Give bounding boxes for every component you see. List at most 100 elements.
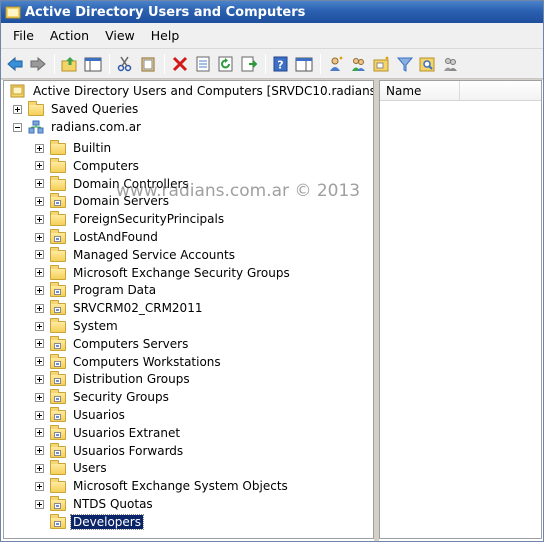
new-user-icon [330,55,343,71]
expand-icon[interactable] [35,250,44,260]
column-header-name[interactable]: Name [380,81,460,100]
expand-icon[interactable] [35,268,44,278]
expand-icon[interactable] [35,463,44,473]
forward-button[interactable] [27,53,49,75]
expand-icon[interactable] [35,339,44,349]
tree-item[interactable]: Program Data [35,281,158,299]
tree-item[interactable]: Managed Service Accounts [35,246,237,264]
cut-button[interactable] [114,53,136,75]
expand-icon[interactable] [35,481,44,491]
console-icon [295,57,313,71]
show-console-tree-button[interactable] [82,53,104,75]
tree-root[interactable]: Active Directory Users and Computers [SR… [10,82,373,100]
help-button[interactable]: ? [270,53,292,75]
expand-icon[interactable] [35,161,44,171]
tree-item-label: Program Data [73,283,157,298]
expand-icon[interactable] [35,143,44,153]
tree-item[interactable]: Domain Servers [35,192,171,210]
window-title: Active Directory Users and Computers [25,4,306,20]
copy-button[interactable] [137,53,159,75]
expand-icon[interactable] [13,104,22,114]
export-list-button[interactable] [238,53,260,75]
folder-icon [50,318,66,333]
add-to-group-button[interactable] [440,53,462,75]
expand-icon[interactable] [35,392,44,402]
tree-item[interactable]: System [35,317,120,335]
tree-item[interactable]: Microsoft Exchange System Objects [35,477,290,495]
up-folder-button[interactable] [59,53,81,75]
tree-item[interactable]: ForeignSecurityPrincipals [35,210,226,228]
expand-icon[interactable] [35,321,44,331]
tree-item[interactable]: Builtin [35,139,113,157]
tree-item[interactable]: Usuarios Extranet [35,424,182,442]
console-tree[interactable]: Active Directory Users and Computers [SR… [3,80,374,539]
ou-folder-icon [50,442,66,458]
menu-action[interactable]: Action [42,25,97,46]
tree-item[interactable]: Distribution Groups [35,370,192,388]
folder-icon [50,175,66,191]
expand-icon[interactable] [35,214,44,224]
svg-text:?: ? [277,58,283,71]
toolbar: ? [1,49,543,79]
new-ou-icon [373,55,389,71]
expand-icon[interactable] [35,446,44,456]
tree-item-saved-queries[interactable]: Saved Queries [13,100,140,118]
list-header: Name [380,81,541,101]
tree-item[interactable]: Developers [35,513,144,531]
expand-icon[interactable] [35,374,44,384]
ou-folder-icon [50,513,66,529]
expand-icon[interactable] [35,357,44,367]
console-button[interactable] [293,53,315,75]
tree-item[interactable]: Usuarios [35,406,127,424]
filter-button[interactable] [394,53,416,75]
tree-item[interactable]: Computers Workstations [35,353,223,371]
tree-item[interactable]: Domain Controllers [35,175,191,193]
back-button[interactable] [4,53,26,75]
details-list[interactable]: Name [379,80,542,539]
tree-item-label: Builtin [73,141,112,155]
title-bar: Active Directory Users and Computers [1,1,543,23]
tree-item-label: Usuarios [73,408,125,422]
expand-icon[interactable] [35,196,44,206]
tree-item[interactable]: Computers Servers [35,335,190,353]
tree-item[interactable]: SRVCRM02_CRM2011 [35,299,204,317]
menu-file[interactable]: File [5,25,42,46]
delete-button[interactable] [169,53,191,75]
tree-item[interactable]: Usuarios Forwards [35,442,185,460]
expand-icon[interactable] [35,499,44,509]
tree-item[interactable]: Users [35,459,109,477]
tree-item[interactable]: Computers [35,157,141,175]
tree-item-domain[interactable]: radians.com.ar [13,118,143,136]
new-user-button[interactable] [325,53,347,75]
properties-button[interactable] [192,53,214,75]
find-button[interactable] [417,53,439,75]
expand-icon[interactable] [35,232,44,242]
menu-view[interactable]: View [97,25,143,46]
refresh-button[interactable] [215,53,237,75]
folder-icon [28,101,44,116]
tree-item[interactable]: Microsoft Exchange Security Groups [35,264,292,282]
expand-icon[interactable] [35,179,44,189]
up-folder-icon [61,56,77,71]
expand-icon[interactable] [35,428,44,438]
tree-item-label: Usuarios Forwards [73,443,184,458]
tree-item[interactable]: Security Groups [35,388,171,406]
new-ou-button[interactable] [371,53,393,75]
folder-icon [50,211,66,227]
expand-icon[interactable] [35,285,44,295]
tree-item-label: Microsoft Exchange Security Groups [73,265,290,280]
ou-folder-icon [50,424,66,440]
main-content: Active Directory Users and Computers [SR… [1,80,543,541]
new-group-icon [352,57,365,71]
tree-item[interactable]: NTDS Quotas [35,495,155,513]
expand-icon[interactable] [35,303,44,313]
tree-item[interactable]: LostAndFound [35,228,160,246]
tree-item-label: Developers [70,513,144,530]
collapse-icon[interactable] [13,122,22,132]
menu-help[interactable]: Help [143,25,188,46]
toolbar-separator [265,53,266,74]
new-group-button[interactable] [348,53,370,75]
tree-item-label: Distribution Groups [73,372,190,387]
expand-icon[interactable] [35,410,44,420]
